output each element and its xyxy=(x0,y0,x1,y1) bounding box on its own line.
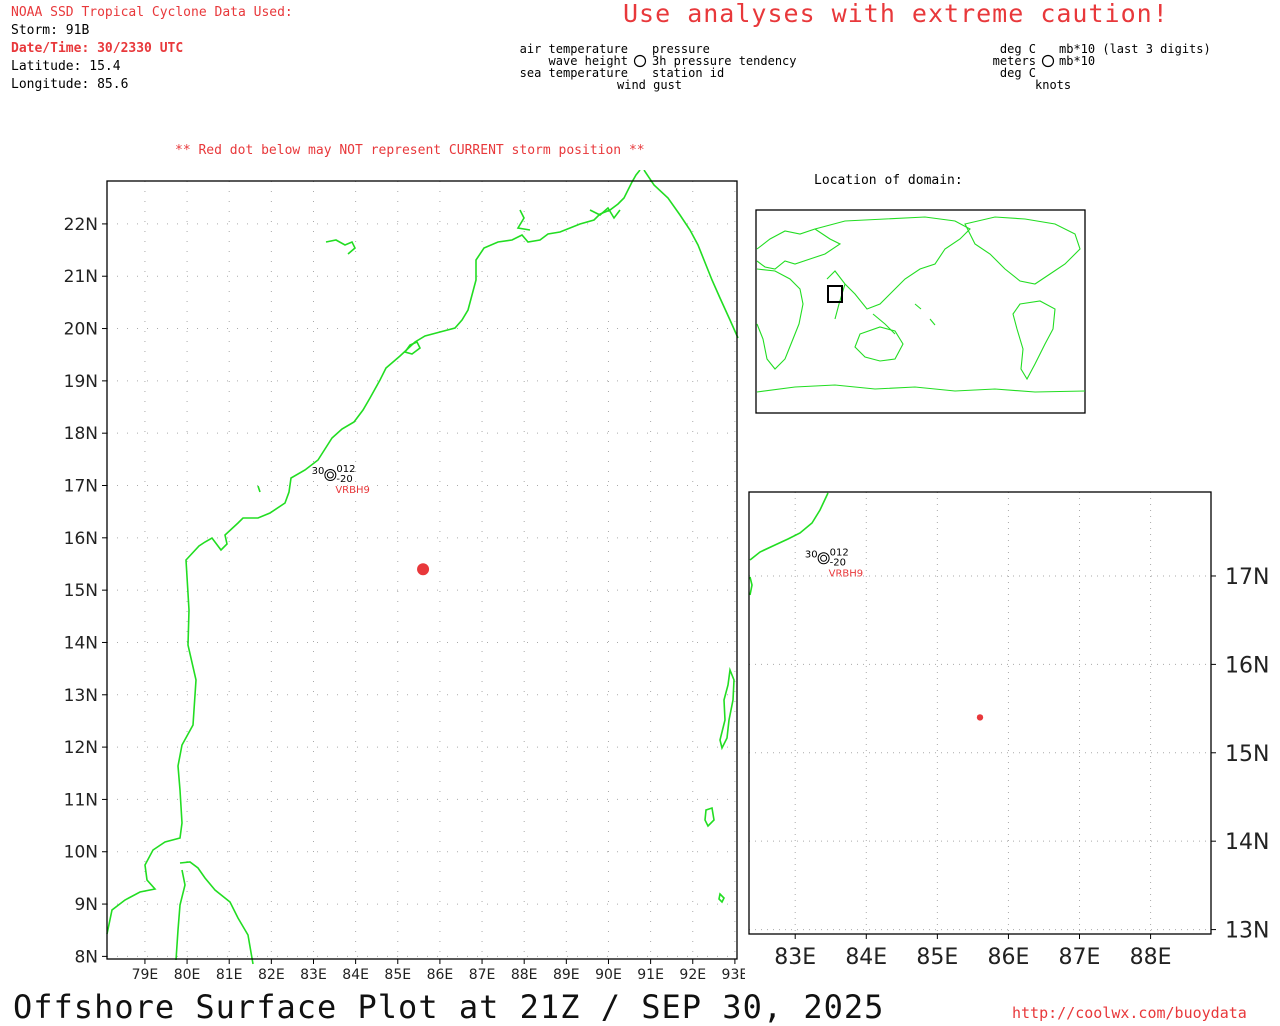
zoom-lat-label: 13N xyxy=(1225,919,1269,944)
main-lat-label: 21N xyxy=(64,267,98,287)
station-air-temp: 30 xyxy=(805,549,818,560)
zoom-map-coastline xyxy=(749,492,829,596)
station-circle-icon xyxy=(633,54,647,68)
main-lon-label: 87E xyxy=(469,967,496,983)
zoom-station-plot-vrbh9[interactable]: 30 012-20VRBH9 xyxy=(805,547,863,579)
main-lat-label: 22N xyxy=(64,215,98,235)
main-lat-label: 15N xyxy=(64,581,98,601)
legend-sea-temperature: sea temperature xyxy=(519,66,628,80)
storm-position-dot xyxy=(417,563,430,576)
latitude: Latitude: 15.4 xyxy=(11,59,121,74)
main-map-lat-labels: 22N 21N 20N 19N 18N 17N 16N 15N 14N 13N 12N 11N 10N 9… xyxy=(64,215,107,967)
main-lat-label: 12N xyxy=(64,738,98,758)
main-lon-label: 79E xyxy=(132,967,159,983)
caution-warning: Use analyses with extreme caution! xyxy=(623,0,1169,28)
zoom-lat-label: 15N xyxy=(1225,742,1269,767)
station-id-label: VRBH9 xyxy=(335,485,370,496)
station-circle-icon xyxy=(817,552,830,565)
zoom-lon-label: 87E xyxy=(1059,945,1101,970)
main-lon-label: 91E xyxy=(637,967,664,983)
main-lat-label: 11N xyxy=(64,790,98,810)
station-tendency: -20 xyxy=(830,557,846,568)
main-lon-label: 85E xyxy=(384,967,411,983)
main-lat-label: 16N xyxy=(64,529,98,549)
main-lat-label: 14N xyxy=(64,633,98,653)
station-air-temp: 30 xyxy=(312,466,325,477)
zoom-lon-label: 86E xyxy=(987,945,1029,970)
main-map: 22N 21N 20N 19N 18N 17N 16N 15N 14N 13N 12N 11N 10N 9… xyxy=(64,170,745,983)
main-lat-label: 9N xyxy=(74,895,98,915)
main-lon-label: 86E xyxy=(427,967,454,983)
main-lon-label: 82E xyxy=(258,967,285,983)
location-inset-map xyxy=(755,209,1086,414)
zoom-map-lon-labels: 83E 84E 85E 86E 87E 88E xyxy=(774,934,1172,970)
main-map-lon-labels: 79E 80E 81E 82E 83E 84E 85E 86E 87E 88E 89E 90E 91E 9… xyxy=(132,959,745,983)
station-plot-vrbh9[interactable]: 30 012-20VRBH9 xyxy=(312,464,370,496)
station-inner-circle-icon xyxy=(820,554,828,562)
legend-wind-gust: wind gust xyxy=(617,78,683,92)
units-circle-icon xyxy=(1041,54,1055,68)
zoom-lon-label: 83E xyxy=(774,945,816,970)
main-lat-label: 8N xyxy=(74,947,98,967)
data-source-label: NOAA SSD Tropical Cyclone Data Used: xyxy=(11,5,293,20)
main-lon-label: 92E xyxy=(679,967,706,983)
zoom-lon-label: 85E xyxy=(916,945,958,970)
footer-title: Offshore Surface Plot at 21Z / SEP 30, 2… xyxy=(13,988,885,1026)
date-time: Date/Time: 30/2330 UTC xyxy=(11,41,184,56)
main-lat-label: 19N xyxy=(64,372,98,392)
zoom-lon-label: 88E xyxy=(1130,945,1172,970)
main-lat-label: 18N xyxy=(64,424,98,444)
main-lat-label: 20N xyxy=(64,320,98,340)
source-url-link[interactable]: http://coolwx.com/buoydata xyxy=(1012,1004,1247,1022)
main-lon-label: 81E xyxy=(216,967,243,983)
zoom-lat-label: 16N xyxy=(1225,653,1269,678)
zoom-map-lat-labels: 17N 16N 15N 14N 13N xyxy=(1211,565,1269,944)
main-lat-label: 13N xyxy=(64,686,98,706)
main-lon-label: 80E xyxy=(174,967,201,983)
main-lon-label: 84E xyxy=(342,967,369,983)
main-lon-label: 83E xyxy=(300,967,327,983)
zoom-lat-label: 17N xyxy=(1225,565,1269,590)
main-lat-label: 10N xyxy=(64,843,98,863)
main-lon-label: 90E xyxy=(595,967,622,983)
station-circle-icon xyxy=(324,469,337,482)
main-lat-label: 17N xyxy=(64,477,98,497)
unit-knots: knots xyxy=(1035,78,1072,92)
station-id-label: VRBH9 xyxy=(829,568,864,579)
main-lon-label: 89E xyxy=(553,967,580,983)
red-dot-note: ** Red dot below may NOT represent CURRE… xyxy=(175,143,645,158)
unit-deg-c-sea: deg C xyxy=(999,66,1036,80)
longitude: Longitude: 85.6 xyxy=(11,77,129,92)
zoom-storm-position-dot xyxy=(976,714,984,721)
zoom-map: 17N 16N 15N 14N 13N 83E 84E 85E 86E 87E 88E 30 012… xyxy=(748,491,1269,970)
storm-name: Storm: 91B xyxy=(11,23,90,38)
unit-mb: mb*10 xyxy=(1059,54,1096,68)
location-of-domain-label: Location of domain: xyxy=(814,173,963,188)
zoom-lon-label: 84E xyxy=(845,945,887,970)
zoom-lat-label: 14N xyxy=(1225,830,1269,855)
station-inner-circle-icon xyxy=(326,471,334,479)
station-tendency: -20 xyxy=(336,474,352,485)
main-lon-label: 88E xyxy=(511,967,538,983)
